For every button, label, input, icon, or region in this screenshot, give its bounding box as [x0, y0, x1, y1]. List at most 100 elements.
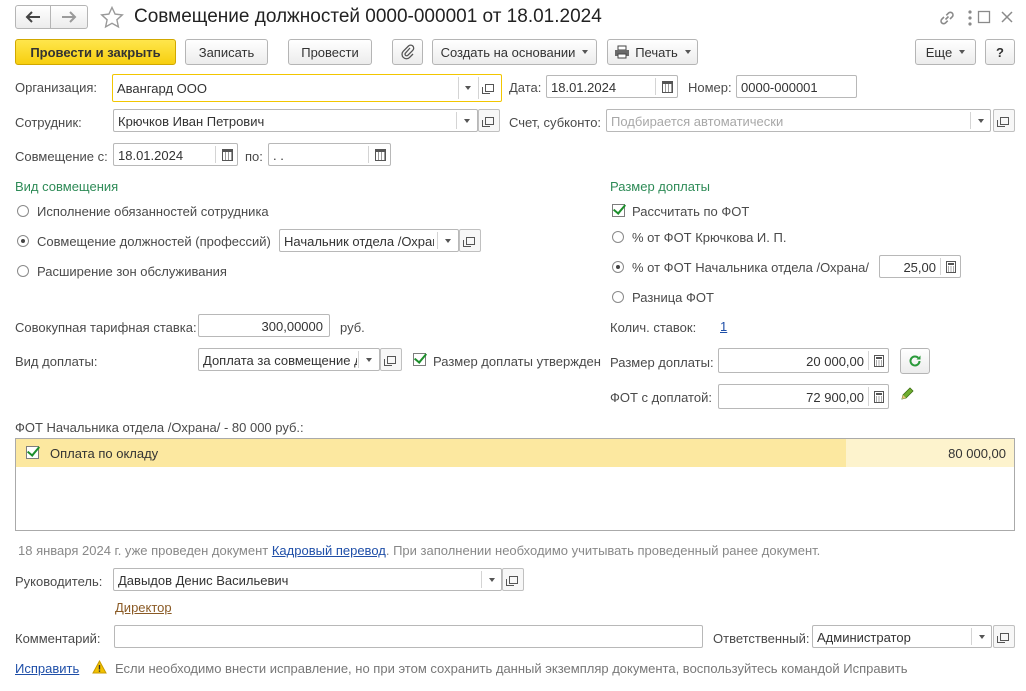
kind-radio-zones[interactable]	[17, 265, 29, 277]
manager-field[interactable]: Давыдов Денис Васильевич	[113, 568, 502, 591]
manager-label: Руководитель:	[15, 574, 103, 589]
from-date-field[interactable]: 18.01.2024	[113, 143, 238, 166]
surcharge-option-own-fot[interactable]: % от ФОТ Крючкова И. П.	[632, 230, 786, 245]
comment-field[interactable]	[114, 625, 703, 648]
employee-field[interactable]: Крючков Иван Петрович	[113, 109, 478, 132]
from-date-value: 18.01.2024	[118, 148, 184, 163]
edit-pencil-icon[interactable]	[899, 386, 915, 402]
kind-position-field[interactable]: Начальник отдела /Охрана/	[279, 229, 459, 252]
calc-by-fot-label[interactable]: Рассчитать по ФОТ	[632, 204, 749, 219]
open-icon	[505, 575, 518, 586]
open-icon	[481, 116, 494, 127]
link-icon[interactable]	[938, 9, 956, 27]
responsible-open-button[interactable]	[993, 625, 1015, 648]
row-checkbox[interactable]	[26, 446, 39, 459]
percent-field[interactable]: 25,00	[879, 255, 961, 278]
row-amount: 80 000,00	[948, 446, 1006, 461]
account-placeholder: Подбирается автоматически	[611, 114, 784, 129]
info-prefix: 18 января 2024 г. уже проведен документ	[18, 543, 269, 558]
to-calendar-button[interactable]	[370, 144, 390, 165]
tariff-field[interactable]: 300,00000	[198, 314, 330, 337]
post-and-close-button[interactable]: Провести и закрыть	[15, 39, 176, 65]
approved-checkbox[interactable]	[413, 353, 426, 366]
kind-option-duties[interactable]: Исполнение обязанностей сотрудника	[37, 204, 269, 219]
fot-with-field[interactable]: 72 900,00	[718, 384, 889, 409]
manager-open-button[interactable]	[502, 568, 524, 591]
surcharge-kind-field[interactable]: Доплата за совмещение должностей	[198, 348, 380, 371]
fix-link[interactable]: Исправить	[15, 661, 79, 676]
percent-calculator-button[interactable]	[941, 256, 961, 277]
organization-value: Авангард ООО	[117, 81, 207, 96]
manager-position-link[interactable]: Директор	[115, 600, 172, 615]
surcharge-option-chief-fot[interactable]: % от ФОТ Начальника отдела /Охрана/	[632, 260, 869, 275]
employee-dropdown-button[interactable]	[457, 110, 477, 131]
create-based-on-label: Создать на основании	[440, 44, 576, 60]
date-field[interactable]: 18.01.2024	[546, 75, 678, 98]
more-button[interactable]: Еще	[915, 39, 976, 65]
fot-table[interactable]: Оплата по окладу 80 000,00	[15, 438, 1015, 531]
employee-open-button[interactable]	[478, 109, 500, 132]
date-calendar-button[interactable]	[657, 76, 677, 97]
kind-section-title: Вид совмещения	[15, 179, 119, 194]
info-link[interactable]: Кадровый перевод	[272, 543, 386, 558]
surcharge-kind-dropdown-button[interactable]	[359, 349, 379, 370]
tariff-label: Совокупная тарифная ставка:	[15, 320, 197, 335]
fot-with-label: ФОТ с доплатой:	[610, 390, 712, 405]
kind-position-open-button[interactable]	[459, 229, 481, 252]
responsible-dropdown-button[interactable]	[972, 626, 992, 647]
kind-radio-positions[interactable]	[17, 235, 29, 247]
account-field[interactable]: Подбирается автоматически	[606, 109, 991, 132]
calc-by-fot-checkbox[interactable]	[612, 204, 625, 217]
attach-button[interactable]	[392, 39, 423, 65]
from-calendar-button[interactable]	[217, 144, 237, 165]
kind-radio-duties[interactable]	[17, 205, 29, 217]
open-icon	[481, 83, 494, 94]
post-button[interactable]: Провести	[288, 39, 372, 65]
refresh-button[interactable]	[900, 348, 930, 374]
approved-label[interactable]: Размер доплаты утвержден	[433, 354, 601, 369]
calculator-icon	[874, 354, 884, 367]
arrow-left-icon	[25, 11, 40, 23]
surcharge-radio-difference[interactable]	[612, 291, 624, 303]
calendar-icon	[661, 80, 673, 93]
organization-dropdown-button[interactable]	[458, 77, 478, 98]
kind-option-zones[interactable]: Расширение зон обслуживания	[37, 264, 227, 279]
surcharge-option-difference[interactable]: Разница ФОТ	[632, 290, 714, 305]
back-button[interactable]	[15, 5, 51, 29]
fot-with-calculator-button[interactable]	[869, 386, 889, 407]
surcharge-radio-chief-fot[interactable]	[612, 261, 624, 273]
forward-button[interactable]	[51, 5, 88, 29]
maximize-icon[interactable]	[977, 10, 991, 24]
account-open-button[interactable]	[993, 109, 1015, 132]
paperclip-icon	[400, 44, 414, 60]
rates-label: Колич. ставок:	[610, 320, 697, 335]
save-button[interactable]: Записать	[185, 39, 268, 65]
organization-field[interactable]: Авангард ООО	[112, 74, 502, 102]
close-icon[interactable]	[1000, 10, 1014, 24]
surcharge-kind-open-button[interactable]	[380, 348, 402, 371]
manager-dropdown-button[interactable]	[482, 569, 502, 590]
kind-option-positions[interactable]: Совмещение должностей (профессий)	[37, 234, 271, 249]
create-based-on-button[interactable]: Создать на основании	[432, 39, 597, 65]
print-label: Печать	[635, 44, 678, 60]
fix-warning-text: Если необходимо внести исправление, но п…	[115, 661, 908, 676]
more-vertical-icon[interactable]	[967, 9, 973, 27]
responsible-field[interactable]: Администратор	[812, 625, 992, 648]
comment-label: Комментарий:	[15, 631, 101, 646]
favorite-star-icon[interactable]	[100, 6, 124, 29]
organization-open-button[interactable]	[479, 77, 499, 98]
surcharge-amount-calculator-button[interactable]	[869, 350, 889, 371]
number-field[interactable]: 0000-000001	[736, 75, 857, 98]
table-row[interactable]: Оплата по окладу 80 000,00	[16, 439, 1014, 467]
print-button[interactable]: Печать	[607, 39, 698, 65]
help-button[interactable]: ?	[985, 39, 1015, 65]
calculator-icon	[946, 260, 956, 273]
kind-position-dropdown-button[interactable]	[438, 230, 458, 251]
surcharge-radio-own-fot[interactable]	[612, 231, 624, 243]
arrow-right-icon	[62, 11, 77, 23]
account-dropdown-button[interactable]	[971, 110, 991, 131]
surcharge-amount-label: Размер доплаты:	[610, 355, 714, 370]
surcharge-amount-field[interactable]: 20 000,00	[718, 348, 889, 373]
to-date-field[interactable]: . .	[268, 143, 391, 166]
rates-link[interactable]: 1	[720, 319, 727, 334]
